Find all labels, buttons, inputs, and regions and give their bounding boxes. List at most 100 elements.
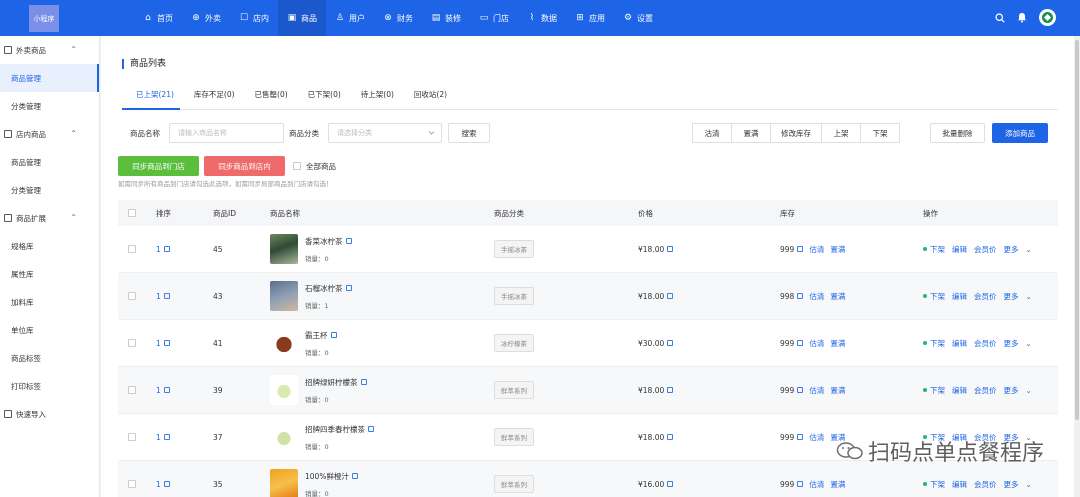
- sidebar-item[interactable]: 商品管理: [0, 64, 99, 92]
- nav-item-user[interactable]: ♙ 用户: [326, 0, 374, 36]
- row-op-link[interactable]: 会员价: [974, 291, 997, 302]
- product-image[interactable]: [270, 328, 298, 358]
- row-op-link[interactable]: 编辑: [952, 244, 967, 255]
- stock-op-link[interactable]: 置满: [830, 338, 845, 349]
- nav-item-apps[interactable]: ⊞ 应用: [566, 0, 614, 36]
- row-op-link[interactable]: 会员价: [974, 244, 997, 255]
- row-op-link[interactable]: 下架: [930, 291, 945, 302]
- edit-icon[interactable]: [797, 246, 804, 252]
- stock-op-link[interactable]: 估清: [809, 385, 824, 396]
- edit-icon[interactable]: [163, 340, 170, 346]
- product-name[interactable]: 霸王杯: [305, 330, 337, 341]
- sync-store-button[interactable]: 同步商品到门店: [118, 156, 199, 176]
- product-image[interactable]: [270, 234, 298, 264]
- sidebar-item[interactable]: 分类管理: [0, 176, 99, 204]
- nav-item-home[interactable]: ⌂ 首页: [134, 0, 182, 36]
- category-select[interactable]: 请选择分类: [328, 123, 442, 143]
- edit-icon[interactable]: [163, 246, 170, 252]
- stock-op-link[interactable]: 置满: [830, 479, 845, 490]
- row-op-link[interactable]: 会员价: [974, 479, 997, 490]
- row-op-link[interactable]: 更多: [1004, 291, 1019, 302]
- edit-icon[interactable]: [368, 426, 374, 432]
- nav-item-finance[interactable]: ⊗ 财务: [374, 0, 422, 36]
- row-checkbox[interactable]: [128, 433, 136, 441]
- product-name[interactable]: 香菜冰柠茶: [305, 236, 352, 247]
- row-op-link[interactable]: 编辑: [952, 338, 967, 349]
- bulk-action-button[interactable]: 上架: [821, 123, 861, 143]
- tab-item[interactable]: 库存不足(0): [180, 88, 241, 110]
- product-image[interactable]: [270, 375, 298, 405]
- sidebar-item[interactable]: 规格库: [0, 232, 99, 260]
- bulk-action-button[interactable]: 修改库存: [770, 123, 822, 143]
- stock-op-link[interactable]: 置满: [830, 244, 845, 255]
- name-input[interactable]: 请输入商品名称: [169, 123, 284, 143]
- row-checkbox[interactable]: [128, 292, 136, 300]
- row-op-link[interactable]: 下架: [930, 338, 945, 349]
- bell-icon[interactable]: [1017, 12, 1027, 23]
- row-op-link[interactable]: 更多: [1004, 338, 1019, 349]
- nav-item-store[interactable]: ☐ 店内: [230, 0, 278, 36]
- edit-icon[interactable]: [797, 434, 804, 440]
- sidebar-group[interactable]: 外卖商品 ⌃: [0, 36, 99, 64]
- edit-icon[interactable]: [797, 387, 804, 393]
- chevron-down-icon[interactable]: ⌄: [1026, 292, 1032, 301]
- chevron-down-icon[interactable]: ⌄: [1026, 245, 1032, 254]
- edit-icon[interactable]: [667, 246, 674, 252]
- row-checkbox[interactable]: [128, 480, 136, 488]
- edit-icon[interactable]: [797, 481, 804, 487]
- product-image[interactable]: [270, 281, 298, 311]
- edit-icon[interactable]: [667, 481, 674, 487]
- row-op-link[interactable]: 下架: [930, 385, 945, 396]
- edit-icon[interactable]: [360, 379, 367, 385]
- chevron-down-icon[interactable]: ⌄: [1026, 480, 1032, 489]
- row-op-link[interactable]: 编辑: [952, 291, 967, 302]
- edit-icon[interactable]: [351, 473, 358, 479]
- row-op-link[interactable]: 更多: [1004, 385, 1019, 396]
- bulk-action-button[interactable]: 沽清: [692, 123, 732, 143]
- edit-icon[interactable]: [345, 285, 352, 291]
- row-op-link[interactable]: 会员价: [974, 385, 997, 396]
- product-image[interactable]: [270, 469, 298, 497]
- nav-item-settings[interactable]: ⚙ 设置: [614, 0, 662, 36]
- edit-icon[interactable]: [667, 340, 674, 346]
- nav-item-data[interactable]: ⌇ 数据: [518, 0, 566, 36]
- edit-icon[interactable]: [163, 434, 170, 440]
- row-op-link[interactable]: 会员价: [974, 338, 997, 349]
- tab-item[interactable]: 已下架(0): [294, 88, 347, 110]
- stock-op-link[interactable]: 置满: [830, 385, 845, 396]
- row-checkbox[interactable]: [128, 245, 136, 253]
- edit-icon[interactable]: [163, 293, 170, 299]
- bulk-action-button[interactable]: 下架: [860, 123, 900, 143]
- edit-icon[interactable]: [797, 293, 804, 299]
- sidebar-item[interactable]: 商品标签: [0, 344, 99, 372]
- chevron-down-icon[interactable]: ⌄: [1026, 339, 1032, 348]
- row-op-link[interactable]: 下架: [930, 244, 945, 255]
- sync-inner-button[interactable]: 同步商品到店内: [204, 156, 285, 176]
- row-op-link[interactable]: 下架: [930, 479, 945, 490]
- bulk-action-button[interactable]: 置满: [731, 123, 771, 143]
- nav-item-takeout[interactable]: ⊕ 外卖: [182, 0, 230, 36]
- avatar[interactable]: [1039, 9, 1056, 26]
- product-name[interactable]: 100%鲜橙汁: [305, 471, 358, 482]
- row-checkbox[interactable]: [128, 339, 136, 347]
- sidebar-item[interactable]: 单位库: [0, 316, 99, 344]
- sidebar-item[interactable]: 分类管理: [0, 92, 99, 120]
- product-name[interactable]: 招牌绿妍柠檬茶: [305, 377, 367, 388]
- stock-op-link[interactable]: 置满: [830, 291, 845, 302]
- select-all-checkbox[interactable]: [128, 209, 136, 217]
- page-scrollbar[interactable]: [1074, 36, 1080, 497]
- edit-icon[interactable]: [667, 387, 674, 393]
- product-name[interactable]: 石榴冰柠茶: [305, 283, 352, 294]
- row-op-link[interactable]: 编辑: [952, 385, 967, 396]
- product-name[interactable]: 招牌四季春柠檬茶: [305, 424, 374, 435]
- sidebar-item[interactable]: 加料库: [0, 288, 99, 316]
- stock-op-link[interactable]: 估清: [809, 432, 824, 443]
- tab-item[interactable]: 已上架(21): [122, 88, 180, 110]
- sidebar-item[interactable]: 属性库: [0, 260, 99, 288]
- all-goods-checkbox[interactable]: [293, 162, 301, 170]
- product-image[interactable]: [270, 422, 298, 452]
- edit-icon[interactable]: [330, 332, 337, 338]
- app-logo[interactable]: 小程序: [29, 5, 59, 32]
- row-op-link[interactable]: 更多: [1004, 244, 1019, 255]
- edit-icon[interactable]: [163, 387, 170, 393]
